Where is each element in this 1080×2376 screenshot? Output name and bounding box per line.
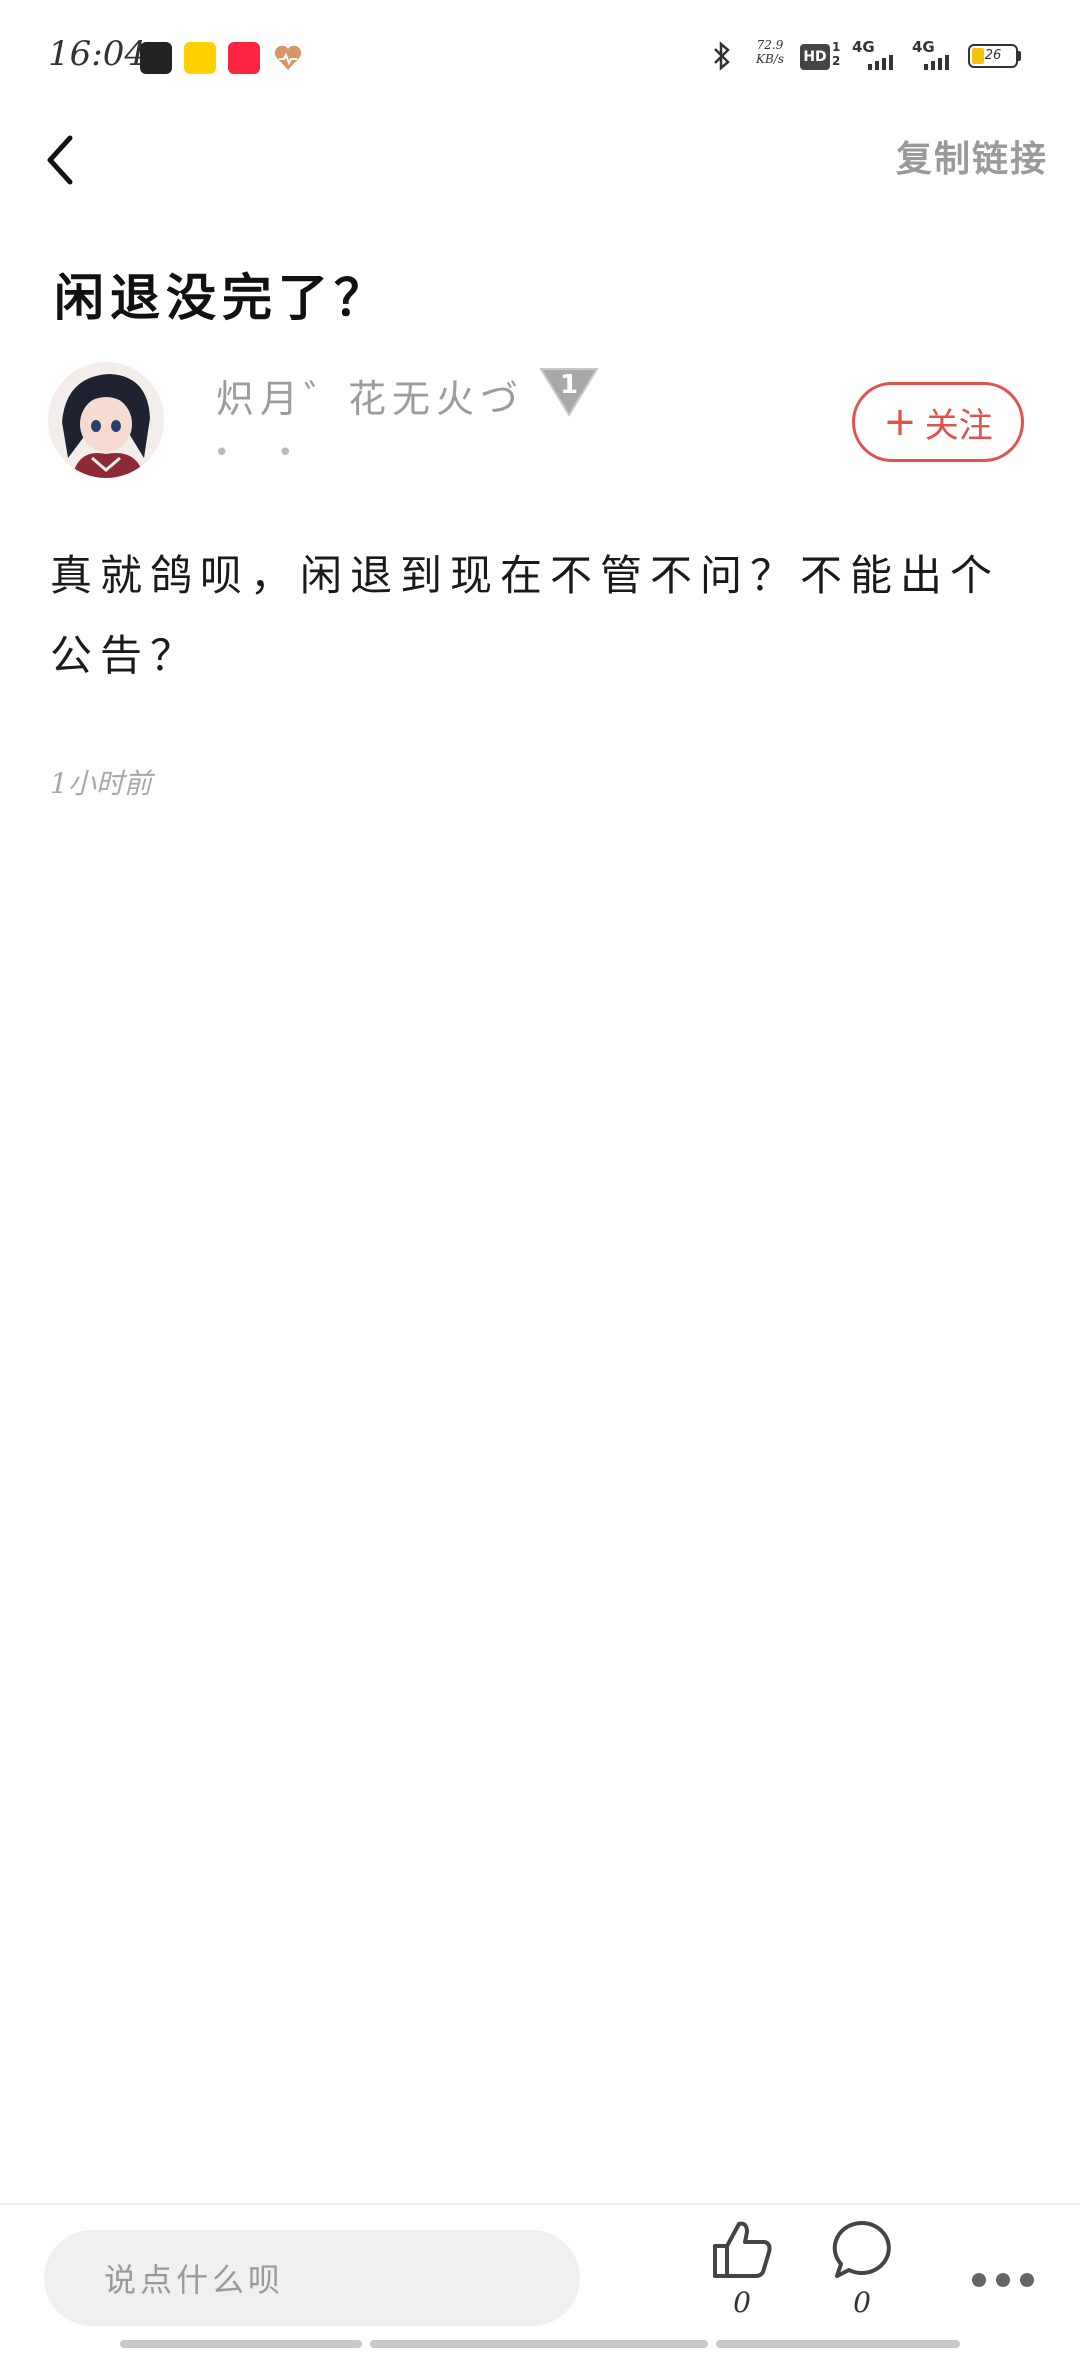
network-speed-value: 72.9 bbox=[756, 38, 784, 52]
hd-volte-icon: HD bbox=[800, 44, 830, 70]
signal-1: 4G bbox=[852, 38, 893, 70]
post-detail-screen: 16:04 72.9 KB/s HD 1 2 4G 4G 26 复制链接 闲退没… bbox=[0, 0, 1080, 2376]
follow-button[interactable]: + 关注 bbox=[852, 382, 1024, 462]
comment-bubble-icon bbox=[832, 2220, 891, 2278]
gesture-bar-segment bbox=[716, 2340, 960, 2348]
thumbs-up-icon bbox=[713, 2221, 772, 2278]
back-button[interactable] bbox=[20, 120, 100, 200]
xiaohongshu-app-icon bbox=[228, 42, 260, 74]
comment-placeholder: 说点什么呗 bbox=[104, 2261, 285, 2299]
more-dot-icon bbox=[996, 2273, 1010, 2287]
comment-input[interactable]: 说点什么呗 bbox=[44, 2230, 580, 2326]
network-speed: 72.9 KB/s bbox=[748, 38, 792, 66]
comment-count: 0 bbox=[853, 2286, 871, 2319]
network-speed-unit: KB/s bbox=[756, 52, 784, 66]
signal-2: 4G bbox=[912, 38, 949, 70]
meituan-app-icon bbox=[184, 42, 216, 74]
battery-icon: 26 bbox=[968, 44, 1021, 68]
gesture-bar-segment bbox=[120, 2340, 362, 2348]
more-dot-icon bbox=[1020, 2273, 1034, 2287]
chevron-left-icon bbox=[47, 135, 73, 185]
post-body: 真就鸽呗，闲退到现在不管不问？不能出个公告？ bbox=[50, 551, 1001, 680]
author-avatar[interactable] bbox=[48, 362, 164, 478]
post-title: 闲退没完了？ bbox=[54, 268, 390, 327]
battery-percent: 26 bbox=[984, 48, 1002, 63]
status-bar: 16:04 72.9 KB/s HD 1 2 4G 4G 26 bbox=[0, 0, 1080, 110]
more-options-button[interactable] bbox=[948, 2262, 1058, 2298]
status-time: 16:04 bbox=[48, 34, 146, 74]
level-number: 1 bbox=[559, 370, 579, 400]
bottom-divider bbox=[0, 2203, 1080, 2205]
author-subtitle: • • bbox=[214, 438, 313, 468]
gesture-bar-segment bbox=[370, 2340, 708, 2348]
copy-link-button[interactable]: 复制链接 bbox=[896, 130, 1048, 182]
post-time: 1小时前 bbox=[50, 767, 152, 800]
sim-slot-label: 1 2 bbox=[832, 40, 841, 68]
like-button[interactable]: 0 bbox=[702, 2218, 782, 2319]
bluetooth-icon bbox=[710, 40, 734, 76]
plus-icon: + bbox=[883, 399, 917, 445]
level-badge: 1 bbox=[538, 366, 600, 418]
author-name[interactable]: 炽月゛花无火づ bbox=[216, 368, 524, 423]
more-dot-icon bbox=[972, 2273, 986, 2287]
health-app-icon bbox=[272, 42, 304, 74]
soul-app-icon bbox=[140, 42, 172, 74]
comment-button[interactable]: 0 bbox=[822, 2218, 902, 2319]
follow-label: 关注 bbox=[924, 405, 993, 446]
like-count: 0 bbox=[733, 2286, 751, 2319]
